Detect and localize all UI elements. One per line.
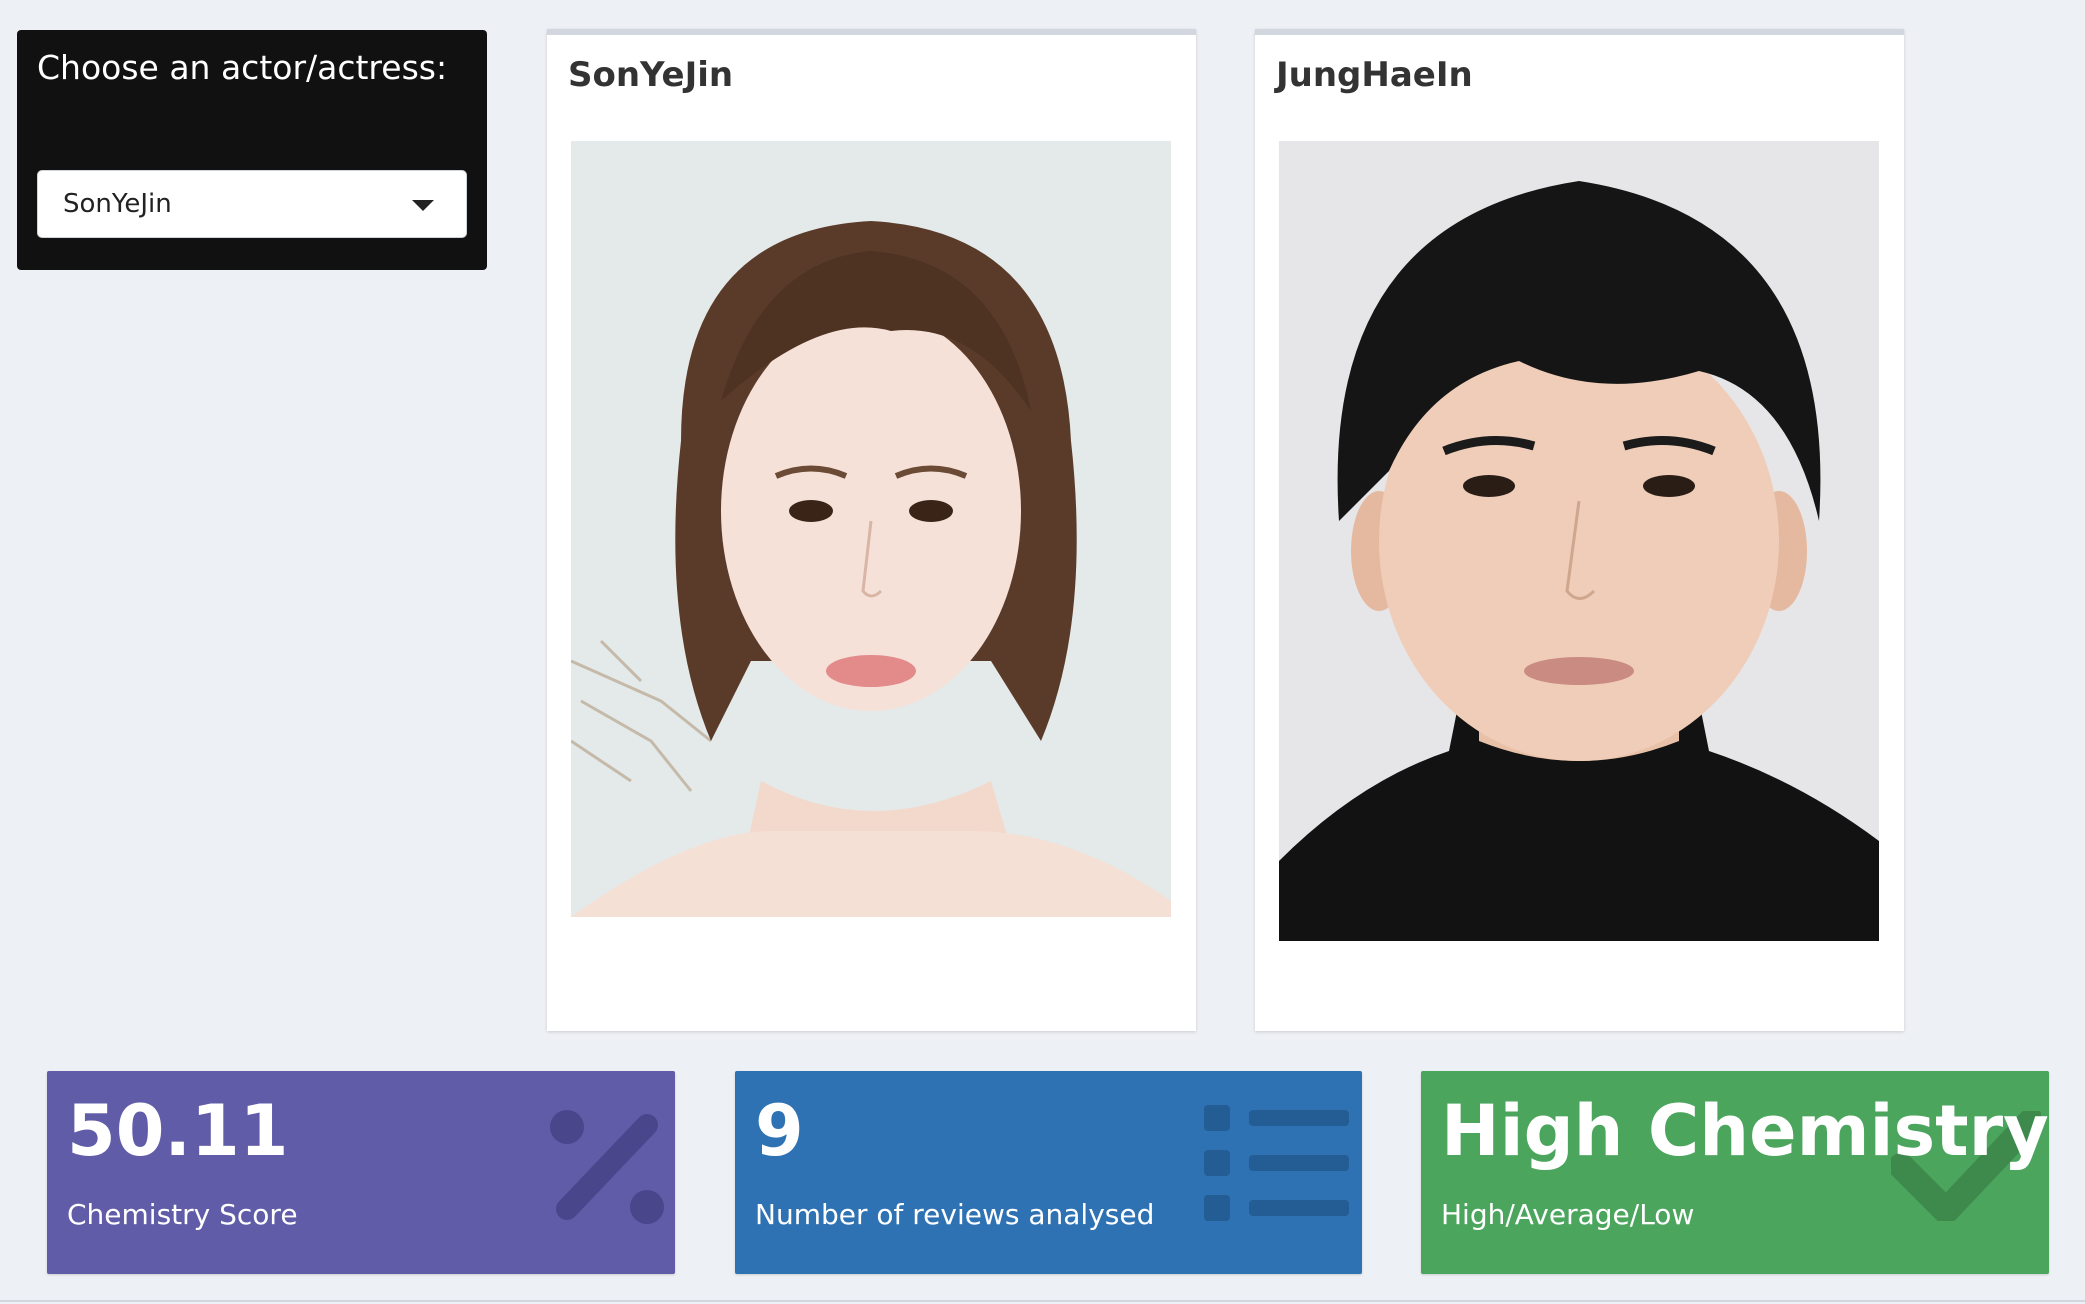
- actor-card-2: JungHaeIn: [1255, 29, 1904, 1031]
- percent-icon: [550, 1110, 664, 1224]
- actor-card-1: SonYeJin: [547, 29, 1196, 1031]
- actor-photo-2: [1279, 141, 1879, 941]
- reviews-count-label: Number of reviews analysed: [755, 1198, 1155, 1231]
- actor-selector-panel: Choose an actor/actress: SonYeJin: [17, 30, 487, 270]
- actor-select-dropdown[interactable]: SonYeJin: [37, 170, 467, 238]
- chemistry-score-value: 50.11: [67, 1090, 289, 1172]
- selector-label: Choose an actor/actress:: [37, 48, 448, 87]
- chemistry-level-box: High Chemistry High/Average/Low: [1421, 1071, 2049, 1274]
- card-title-2: JungHaeIn: [1276, 55, 1473, 95]
- list-icon: [1204, 1105, 1349, 1221]
- chemistry-score-label: Chemistry Score: [67, 1198, 298, 1231]
- card-title-1: SonYeJin: [568, 55, 734, 95]
- chevron-down-icon: [412, 200, 434, 211]
- chemistry-level-label: High/Average/Low: [1441, 1198, 1695, 1231]
- chemistry-score-box: 50.11 Chemistry Score: [47, 1071, 675, 1274]
- reviews-count-box: 9 Number of reviews analysed: [735, 1071, 1362, 1274]
- actor-photo-1: [571, 141, 1171, 917]
- chemistry-level-value: High Chemistry: [1441, 1090, 2049, 1172]
- select-selected-value: SonYeJin: [63, 189, 172, 219]
- reviews-count-value: 9: [755, 1090, 804, 1172]
- bottom-divider: [0, 1300, 2085, 1302]
